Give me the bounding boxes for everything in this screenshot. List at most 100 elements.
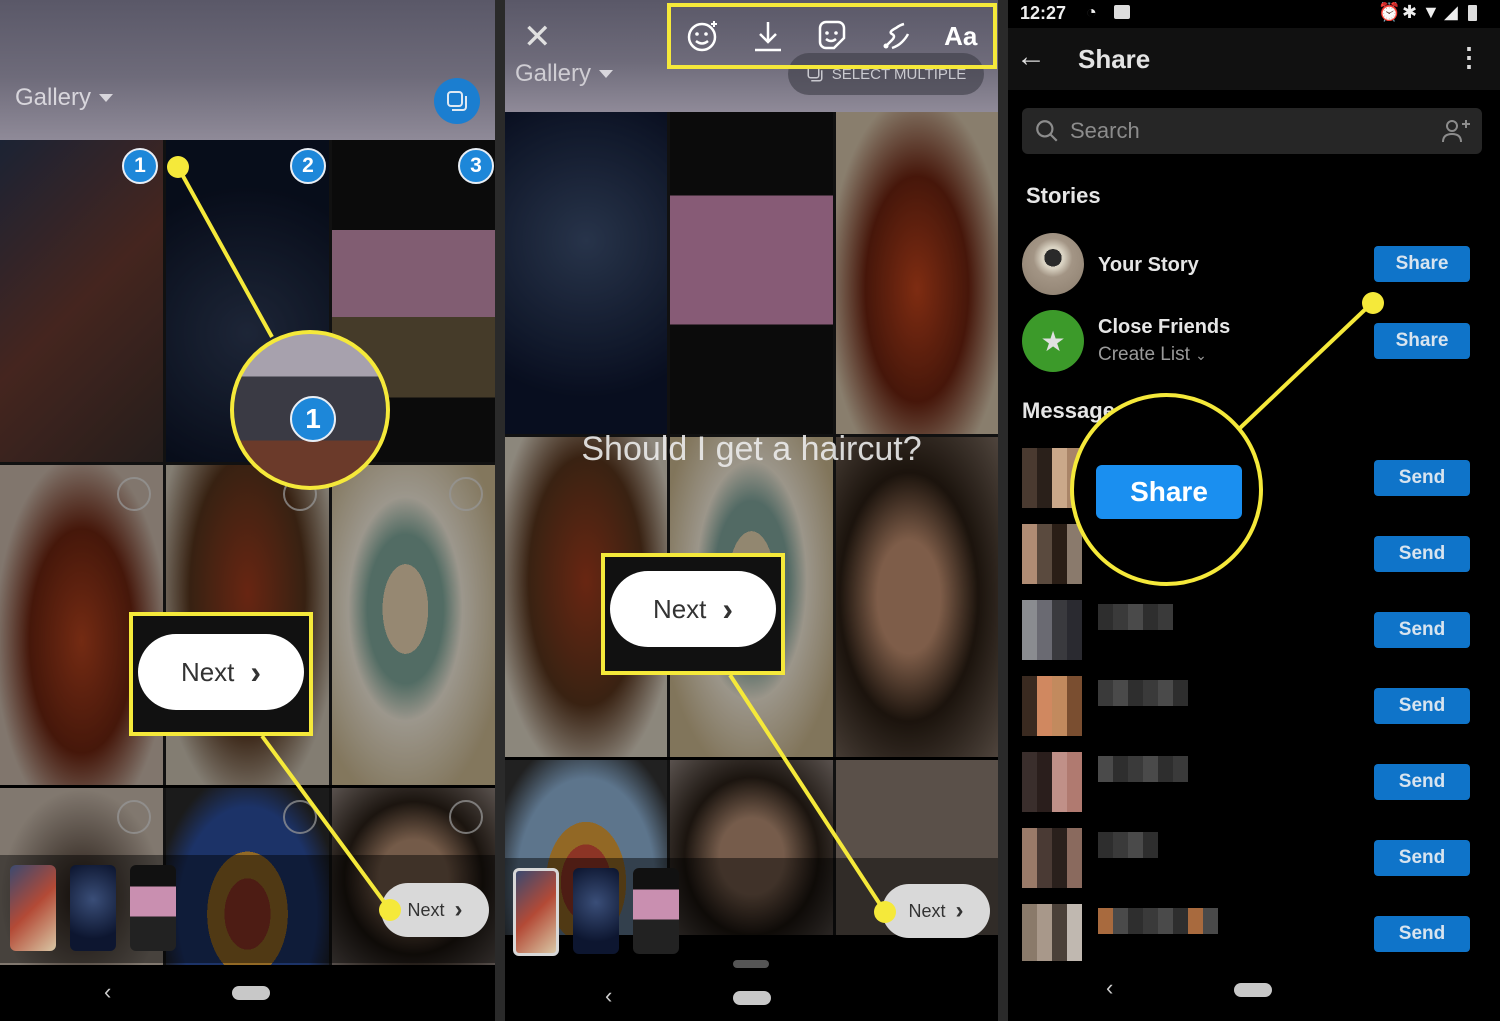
select-circle[interactable] [117,800,151,834]
pixel [1143,756,1158,782]
pixel [1143,604,1158,630]
drag-handle[interactable] [733,960,769,968]
send-button[interactable]: Send [1374,764,1470,800]
gallery-header [0,0,495,140]
back-arrow-icon[interactable]: ← [1016,40,1046,74]
search-bar [1022,108,1482,154]
share-your-story-button[interactable]: Share [1374,246,1470,282]
gallery-dropdown[interactable]: Gallery [515,60,614,88]
blurred-avatar [1022,600,1082,660]
status-time: 12:27 [1020,3,1067,23]
chevron-right-icon: › [250,653,262,690]
selected-thumbnail[interactable] [633,868,679,954]
pixel [1037,752,1052,767]
blurred-avatar [1022,752,1082,812]
photo-thumbnail[interactable] [670,112,833,434]
copy-multiple-icon [447,91,467,111]
pixel [1037,873,1052,888]
pixel [1128,756,1143,782]
next-callout-box: Next › [601,553,785,675]
pixel [1052,828,1067,843]
pixel [1037,828,1052,843]
story-question-text: Should I get a haircut? [581,430,922,468]
more-options-icon[interactable]: ⋮ [1456,42,1482,73]
pixel [1022,919,1037,934]
avatar [1022,233,1084,295]
nav-back-icon[interactable]: ‹ [605,983,612,1009]
photo-thumbnail[interactable] [835,437,998,757]
pixel [1037,767,1052,782]
blurred-avatar [1022,524,1082,584]
search-input[interactable] [1070,118,1410,144]
chevron-right-icon: › [955,897,964,924]
nav-home-pill[interactable] [1234,983,1272,997]
pixel [1098,604,1113,630]
nav-back-icon[interactable]: ‹ [104,979,111,1005]
select-multiple-button[interactable] [434,78,480,124]
nav-back-icon[interactable]: ‹ [1106,975,1113,1001]
download-icon[interactable] [746,14,790,58]
stories-heading: Stories [1026,183,1101,208]
gallery-label: Gallery [15,84,92,111]
selected-thumbnail[interactable] [573,868,619,954]
photo-thumbnail[interactable] [505,112,668,434]
pixel [1037,554,1052,569]
send-button[interactable]: Send [1374,536,1470,572]
selected-thumbnail[interactable] [130,865,176,951]
selected-thumbnail[interactable] [70,865,116,951]
pixel [1037,858,1052,873]
pixel [1022,448,1037,463]
pixel [1067,873,1082,888]
close-icon[interactable]: ✕ [523,20,552,54]
chevron-right-icon: › [722,590,734,627]
next-callout-button: Next › [610,571,776,647]
pixel [1158,604,1173,630]
pixel [1052,904,1067,919]
pixel [1067,934,1082,949]
nav-home-pill[interactable] [232,986,270,1000]
photo-thumbnail[interactable] [0,140,163,462]
pixel [1067,797,1082,812]
pixel [1052,782,1067,797]
pixel [1022,569,1037,584]
draw-icon[interactable] [874,14,918,58]
pixel [1067,706,1082,721]
message-row: Send [1022,600,1480,662]
photo-thumbnail[interactable] [835,112,998,434]
text-icon[interactable]: Aa [939,14,983,58]
pixel [1067,752,1082,767]
send-button[interactable]: Send [1374,840,1470,876]
send-button[interactable]: Send [1374,460,1470,496]
pixel [1098,908,1113,934]
select-circle[interactable] [283,800,317,834]
photo-thumbnail[interactable] [332,465,495,785]
pixel [1052,493,1067,508]
next-button[interactable]: Next › [882,884,990,938]
gallery-dropdown[interactable]: Gallery [15,84,114,112]
pixel [1022,600,1037,615]
select-circle[interactable] [449,477,483,511]
share-close-friends-button[interactable]: Share [1374,323,1470,359]
pixel [1067,539,1082,554]
nav-home-pill[interactable] [733,991,771,1005]
send-button[interactable]: Send [1374,612,1470,648]
add-group-icon[interactable] [1440,117,1472,145]
create-list-link[interactable]: Create List ⌄ [1098,344,1207,366]
callout-dot [1362,292,1384,314]
pixel [1037,524,1052,539]
pixel [1128,604,1143,630]
pixel [1052,721,1067,736]
story-row-close-friends: ★ Close Friends Create List ⌄ Share [1022,310,1480,372]
pixel [1158,680,1173,706]
selected-thumbnail[interactable] [513,868,559,956]
pixel [1022,706,1037,721]
send-button[interactable]: Send [1374,688,1470,724]
select-circle[interactable] [117,477,151,511]
send-button[interactable]: Send [1374,916,1470,952]
sticker-icon[interactable] [810,14,854,58]
pixel [1037,645,1052,660]
pixel [1022,463,1037,478]
selected-thumbnail[interactable] [10,865,56,951]
select-circle[interactable] [449,800,483,834]
face-effects-icon[interactable] [681,14,725,58]
